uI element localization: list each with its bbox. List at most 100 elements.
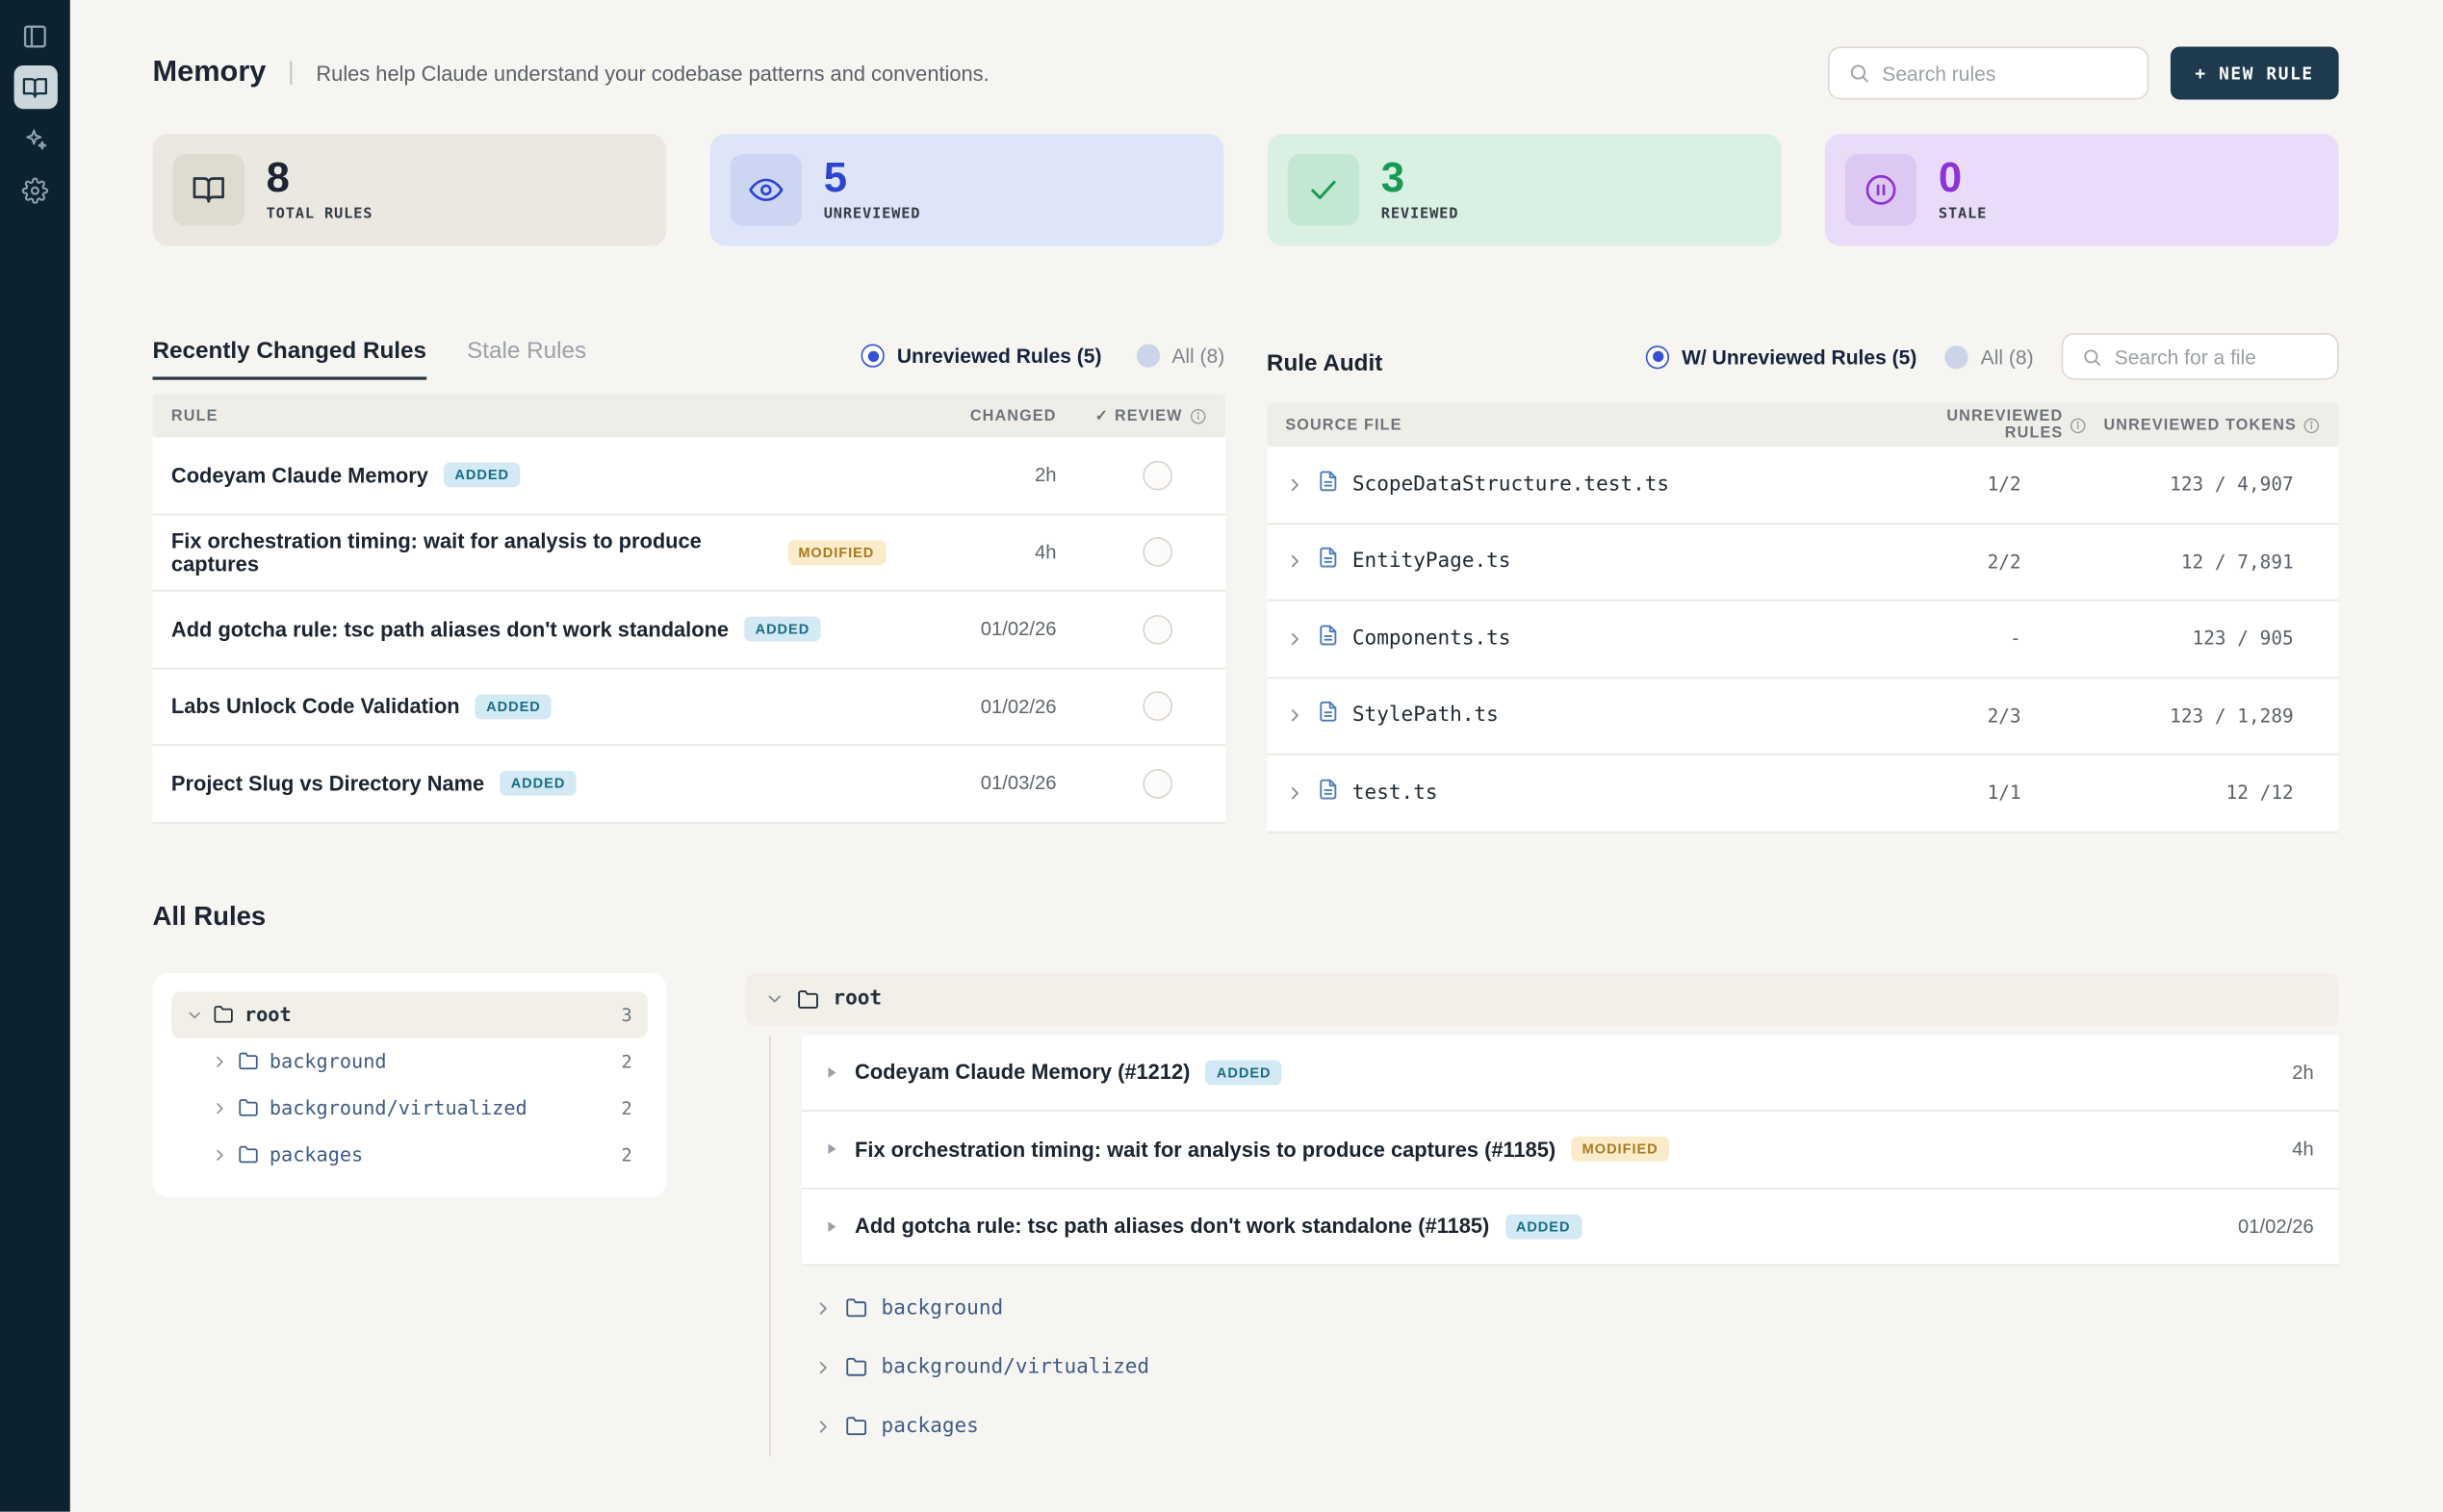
status-badge: ADDED xyxy=(476,694,552,719)
rule-row[interactable]: Project Slug vs Directory NameADDED 01/0… xyxy=(153,746,1225,823)
stat-value: 3 xyxy=(1381,157,1459,199)
expanded-folder-view: root Codeyam Claude Memory (#1212) ADDED… xyxy=(746,972,2339,1455)
tree-item-packages[interactable]: packages 2 xyxy=(196,1131,648,1178)
review-checkbox[interactable] xyxy=(1143,692,1172,722)
tree-item-count: 3 xyxy=(622,1004,632,1026)
folder-name: background/virtualized xyxy=(882,1355,1150,1378)
recent-table-header: RULE CHANGED ✓ REVIEW xyxy=(153,394,1225,437)
folder-icon xyxy=(214,1004,234,1024)
folder-row-background-virtualized[interactable]: background/virtualized xyxy=(802,1338,2339,1397)
filter-all-files[interactable]: All (8) xyxy=(1944,345,2033,368)
file-icon xyxy=(1317,624,1339,653)
chevron-down-icon xyxy=(187,1007,202,1022)
tab-stale-rules[interactable]: Stale Rules xyxy=(467,338,586,380)
rule-audit-panel: Rule Audit W/ Unreviewed Rules (5) All (… xyxy=(1267,333,2339,832)
audit-row[interactable]: StylePath.ts 2/3 123 / 1,289 xyxy=(1267,678,2339,755)
chevron-right-icon xyxy=(212,1053,227,1068)
triangle-right-icon[interactable] xyxy=(824,1218,839,1234)
audit-row[interactable]: ScopeDataStructure.test.ts 1/2 123 / 4,9… xyxy=(1267,447,2339,524)
stat-card-reviewed: 3 REVIEWED xyxy=(1268,134,1782,245)
filter-unreviewed-rules[interactable]: Unreviewed Rules (5) xyxy=(861,344,1102,367)
filter-all-rules[interactable]: All (8) xyxy=(1136,344,1224,367)
search-file-input[interactable] xyxy=(2115,345,2319,368)
search-rules-box xyxy=(1828,47,2148,100)
stat-value: 5 xyxy=(824,157,921,199)
file-name: ScopeDataStructure.test.ts xyxy=(1352,473,1669,496)
audit-row[interactable]: test.ts 1/1 12 /12 xyxy=(1267,756,2339,833)
rule-title: Codeyam Claude Memory (#1212) xyxy=(855,1061,1190,1084)
status-badge: MODIFIED xyxy=(787,540,886,565)
col-changed: CHANGED xyxy=(886,407,1057,424)
triangle-right-icon[interactable] xyxy=(824,1064,839,1080)
rule-row[interactable]: Labs Unlock Code Validation ADDED 01/02/2… xyxy=(153,669,1225,746)
chevron-right-icon[interactable] xyxy=(1285,784,1302,802)
rule-row[interactable]: Fix orchestration timing: wait for analy… xyxy=(153,515,1225,592)
audit-row[interactable]: EntityPage.ts 2/2 12 / 7,891 xyxy=(1267,524,2339,601)
unreviewed-rules-value: 1/2 xyxy=(1884,474,2086,496)
chevron-right-icon[interactable] xyxy=(1285,707,1302,725)
unreviewed-tokens-value: 12 / 7,891 xyxy=(2087,551,2321,573)
rule-row[interactable]: Fix orchestration timing: wait for analy… xyxy=(802,1112,2339,1189)
unreviewed-rules-value: - xyxy=(1884,628,2086,650)
changed-value: 01/02/26 xyxy=(886,696,1057,718)
tab-recently-changed-rules[interactable]: Recently Changed Rules xyxy=(153,338,427,380)
status-badge: ADDED xyxy=(1206,1060,1282,1085)
rule-title: Labs Unlock Code Validation xyxy=(171,695,460,718)
tree-item-root[interactable]: root 3 xyxy=(171,991,648,1038)
panels-icon[interactable] xyxy=(13,14,57,58)
col-unreviewed-tokens: UNREVIEWED TOKENS xyxy=(2087,417,2321,434)
folder-row-background[interactable]: background xyxy=(802,1278,2339,1337)
file-icon xyxy=(1317,547,1339,577)
search-file-box xyxy=(2062,333,2339,380)
radio-selected-icon xyxy=(1646,345,1669,368)
chevron-right-icon[interactable] xyxy=(1285,476,1302,494)
rule-row[interactable]: Codeyam Claude MemoryADDED 2h xyxy=(153,438,1225,515)
info-icon xyxy=(2070,417,2087,434)
col-review: ✓ REVIEW xyxy=(1057,407,1206,424)
rule-row[interactable]: Add gotcha rule: tsc path aliases don't … xyxy=(802,1189,2339,1266)
book-icon[interactable] xyxy=(13,65,57,109)
rule-title: Codeyam Claude Memory xyxy=(171,464,428,487)
chevron-right-icon[interactable] xyxy=(1285,553,1302,571)
status-badge: MODIFIED xyxy=(1571,1137,1669,1162)
audit-row[interactable]: Components.ts - 123 / 905 xyxy=(1267,601,2339,678)
search-icon xyxy=(1848,63,1870,85)
chevron-right-icon xyxy=(212,1100,227,1115)
status-badge: ADDED xyxy=(444,463,520,488)
chevron-right-icon xyxy=(814,1299,832,1317)
sparkles-icon[interactable] xyxy=(13,116,57,160)
rule-row[interactable]: Codeyam Claude Memory (#1212) ADDED 2h xyxy=(802,1035,2339,1112)
folder-icon xyxy=(797,987,819,1010)
folder-header-root[interactable]: root xyxy=(746,972,2339,1025)
tree-item-background-virtualized[interactable]: background/virtualized 2 xyxy=(196,1085,648,1132)
review-checkbox[interactable] xyxy=(1143,769,1172,799)
folder-icon xyxy=(238,1097,258,1117)
folder-icon xyxy=(238,1051,258,1071)
tree-item-count: 2 xyxy=(622,1050,632,1072)
folder-icon xyxy=(845,1356,867,1378)
review-checkbox[interactable] xyxy=(1143,460,1172,490)
status-badge: ADDED xyxy=(1505,1214,1582,1239)
folder-row-packages[interactable]: packages xyxy=(802,1397,2339,1455)
review-checkbox[interactable] xyxy=(1143,537,1172,567)
filter-label: All (8) xyxy=(1981,345,2034,368)
triangle-right-icon[interactable] xyxy=(824,1141,839,1157)
tree-item-count: 2 xyxy=(622,1143,632,1166)
rule-title: Fix orchestration timing: wait for analy… xyxy=(171,529,772,577)
chevron-right-icon[interactable] xyxy=(1285,630,1302,648)
review-checkbox[interactable] xyxy=(1143,615,1172,645)
new-rule-button[interactable]: + NEW RULE xyxy=(2171,47,2339,100)
changed-value: 01/03/26 xyxy=(886,773,1057,795)
rule-row[interactable]: Add gotcha rule: tsc path aliases don't … xyxy=(153,592,1225,669)
search-rules-input[interactable] xyxy=(1882,62,2128,85)
tree-item-background[interactable]: background 2 xyxy=(196,1038,648,1085)
chevron-right-icon xyxy=(814,1358,832,1375)
folder-contents: Codeyam Claude Memory (#1212) ADDED 2h F… xyxy=(769,1035,2339,1456)
file-name: StylePath.ts xyxy=(1352,705,1499,728)
folder-tree: root 3 background 2 background/virtualiz… xyxy=(153,972,667,1196)
gear-icon[interactable] xyxy=(13,168,57,212)
page-header: Memory | Rules help Claude understand yo… xyxy=(153,47,2339,100)
filter-w-unreviewed-rules[interactable]: W/ Unreviewed Rules (5) xyxy=(1646,345,1916,368)
filter-label: W/ Unreviewed Rules (5) xyxy=(1682,345,1916,368)
file-name: Components.ts xyxy=(1352,627,1511,650)
